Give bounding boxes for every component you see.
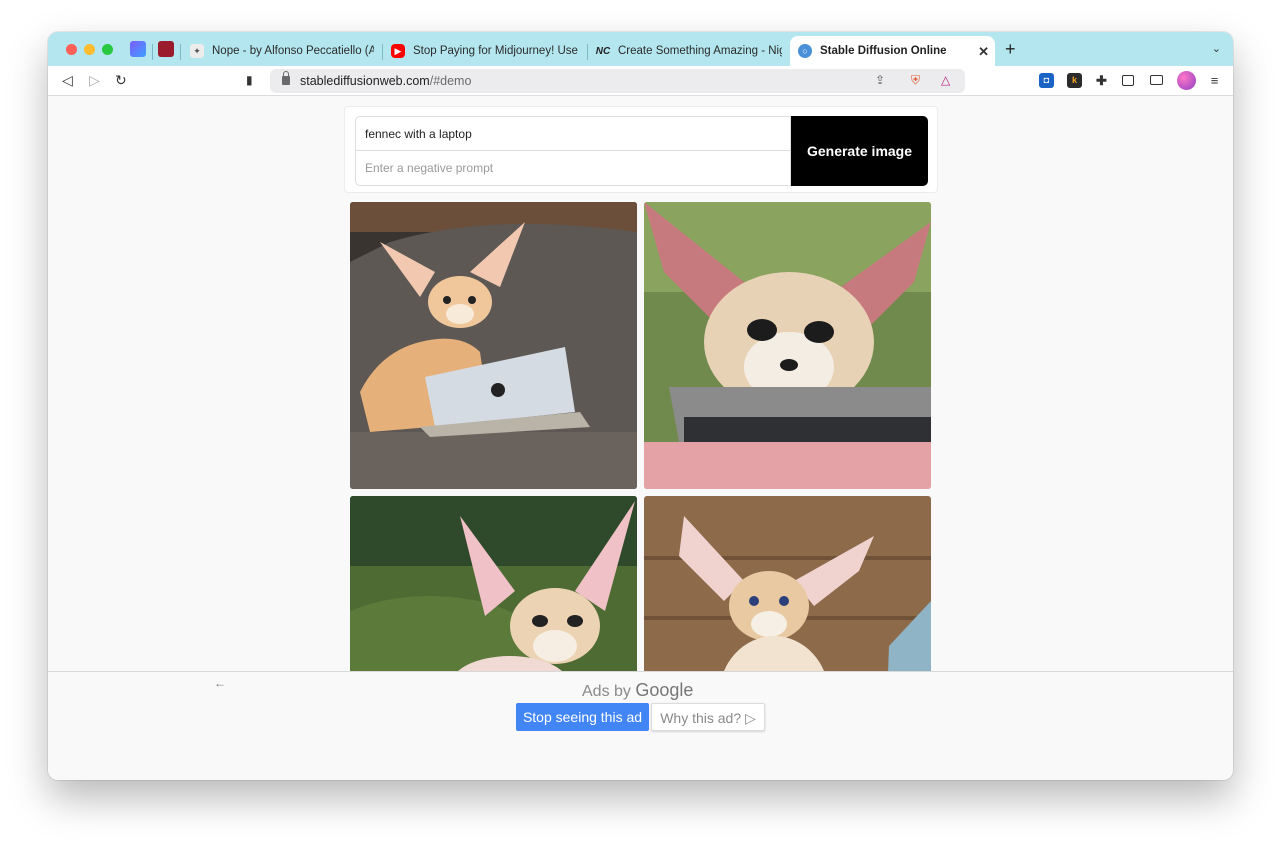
fennec-laptop-image [644, 496, 931, 671]
browser-window: ✦ Nope - by Alfonso Peccatiello (Alf) ▶ … [48, 32, 1233, 780]
negative-prompt-input[interactable]: Enter a negative prompt [355, 151, 791, 186]
tab-list-chevron-icon[interactable]: ⌄ [1212, 42, 1221, 55]
address-url[interactable]: stablediffusionweb.com/#demo [300, 74, 471, 88]
address-bar[interactable]: stablediffusionweb.com/#demo ⇪ ⛨ △ [270, 69, 965, 93]
zoom-window-button[interactable] [102, 44, 113, 55]
wallet-icon[interactable] [1150, 75, 1163, 85]
reload-icon[interactable]: ↻ [115, 72, 127, 88]
tab-youtube[interactable]: ▶ Stop Paying for Midjourney! Use the [383, 36, 587, 66]
bitwarden-extension-icon[interactable]: ◘ [1039, 73, 1054, 88]
lock-icon [282, 71, 290, 85]
stable-diffusion-icon: ○ [798, 44, 812, 58]
generated-image-1[interactable] [350, 202, 637, 489]
sparkle-icon: ✦ [190, 44, 204, 58]
fennec-laptop-image [350, 496, 637, 671]
pinned-tab-icon[interactable] [158, 41, 174, 57]
tab-stable-diffusion[interactable]: ○ Stable Diffusion Online ✕ [790, 36, 995, 66]
fennec-laptop-image [644, 202, 931, 489]
minimize-window-button[interactable] [84, 44, 95, 55]
brave-rewards-icon[interactable]: △ [941, 73, 950, 87]
share-icon[interactable]: ⇪ [875, 73, 885, 87]
tab-nightcafe[interactable]: NC Create Something Amazing - Night [588, 36, 790, 66]
bookmark-icon[interactable]: ▮ [246, 72, 253, 88]
generated-image-3[interactable] [350, 496, 637, 671]
prompt-form: fennec with a laptop Enter a negative pr… [344, 106, 938, 193]
sidebar-toggle-icon[interactable] [1122, 75, 1134, 86]
browser-toolbar: ◁ ▷ ↻ ▮ stablediffusionweb.com/#demo ⇪ ⛨… [48, 66, 1233, 96]
generated-image-4[interactable] [644, 496, 931, 671]
forward-icon[interactable]: ▷ [89, 72, 100, 88]
back-icon[interactable]: ◁ [62, 72, 73, 88]
ad-bar: ← Ads by Google Stop seeing this ad Why … [48, 671, 1233, 780]
prompt-input[interactable]: fennec with a laptop [355, 116, 791, 151]
k-extension-icon[interactable]: k [1067, 73, 1082, 88]
close-tab-icon[interactable]: ✕ [978, 44, 989, 60]
ads-by-google-label: Ads by Google [582, 680, 694, 700]
nightcafe-icon: NC [595, 45, 611, 57]
close-window-button[interactable] [66, 44, 77, 55]
tab-substack[interactable]: ✦ Nope - by Alfonso Peccatiello (Alf) [182, 36, 382, 66]
why-this-ad-button[interactable]: Why this ad? ▷ [651, 703, 765, 731]
extensions-puzzle-icon[interactable]: ✚ [1094, 73, 1109, 88]
page-content: fennec with a laptop Enter a negative pr… [48, 97, 1233, 671]
menu-icon[interactable]: ≡ [1207, 73, 1222, 88]
youtube-icon: ▶ [391, 44, 405, 58]
generate-image-button[interactable]: Generate image [791, 116, 928, 186]
fennec-laptop-image [350, 202, 637, 489]
stop-seeing-ad-button[interactable]: Stop seeing this ad [516, 703, 649, 731]
pinned-tab-icon[interactable] [130, 41, 146, 57]
generated-image-2[interactable] [644, 202, 931, 489]
back-arrow-icon[interactable]: ← [214, 676, 226, 690]
brave-shield-icon[interactable]: ⛨ [911, 73, 920, 88]
profile-avatar[interactable] [1177, 71, 1196, 90]
tab-strip: ✦ Nope - by Alfonso Peccatiello (Alf) ▶ … [48, 32, 1233, 66]
new-tab-button[interactable]: + [1005, 40, 1016, 58]
